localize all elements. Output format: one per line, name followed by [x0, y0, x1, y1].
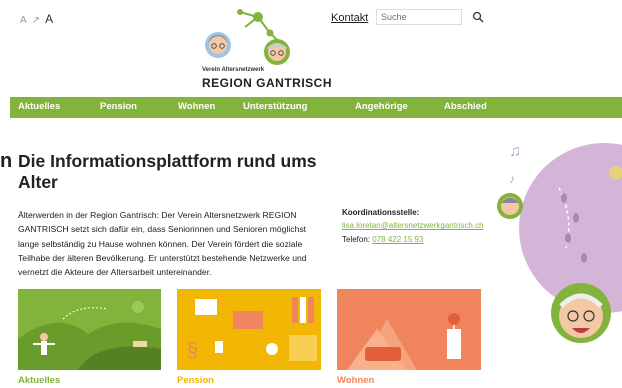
- kontakt-link[interactable]: Kontakt: [331, 12, 368, 24]
- coordination-box: Koordinationsstelle: lisa.loretan@alters…: [342, 206, 484, 246]
- logo-subtitle: Verein Altersnetzwerk: [202, 67, 265, 73]
- font-size-large-button[interactable]: A: [45, 12, 53, 26]
- aktuelles-illustration: [18, 301, 161, 370]
- font-size-controls: A ↗ A: [20, 12, 53, 26]
- card-wohnen[interactable]: [337, 289, 481, 370]
- nav-item-abschied[interactable]: Abschied: [444, 101, 487, 112]
- nav-item-wohnen[interactable]: Wohnen: [178, 101, 215, 112]
- coordination-label: Koordinationsstelle:: [342, 208, 420, 217]
- phone-link[interactable]: 078 422 15 93: [372, 235, 423, 244]
- phone-label: Telefon:: [342, 234, 371, 244]
- svg-text:♫: ♫: [509, 143, 521, 160]
- pension-illustration: §: [187, 297, 317, 362]
- main-nav: Aktuelles Pension Wohnen Unterstützung A…: [10, 97, 622, 118]
- svg-text:§: §: [187, 340, 198, 362]
- bullet-marker: n: [0, 150, 13, 172]
- card-pension[interactable]: §: [177, 289, 321, 370]
- intro-text: Älterwerden in der Region Gantrisch: Der…: [18, 210, 307, 278]
- search-input[interactable]: [376, 9, 462, 25]
- svg-text:♪: ♪: [509, 172, 515, 186]
- nav-item-angehoerige[interactable]: Angehörige: [355, 101, 408, 112]
- font-size-medium-button[interactable]: ↗: [32, 15, 40, 26]
- card-label-aktuelles[interactable]: Aktuelles: [18, 375, 60, 386]
- nav-item-aktuelles[interactable]: Aktuelles: [18, 101, 60, 112]
- search-icon[interactable]: [471, 10, 485, 24]
- card-aktuelles[interactable]: [18, 289, 161, 370]
- decorative-illustration: ♫ ♪: [497, 143, 622, 343]
- nav-item-pension[interactable]: Pension: [100, 101, 137, 112]
- card-label-wohnen[interactable]: Wohnen: [337, 375, 374, 386]
- card-label-pension[interactable]: Pension: [177, 375, 214, 386]
- wohnen-illustration: [347, 313, 461, 370]
- logo-title: REGION GANTRISCH: [202, 76, 333, 90]
- font-size-small-button[interactable]: A: [20, 15, 27, 26]
- nav-item-unterstuetzung[interactable]: Unterstützung: [243, 101, 307, 112]
- page-title: Die Informationsplattform rund ums Alter: [18, 151, 317, 192]
- coordination-email-link[interactable]: lisa.loretan@altersnetzwerkgantrisch.ch: [342, 221, 484, 230]
